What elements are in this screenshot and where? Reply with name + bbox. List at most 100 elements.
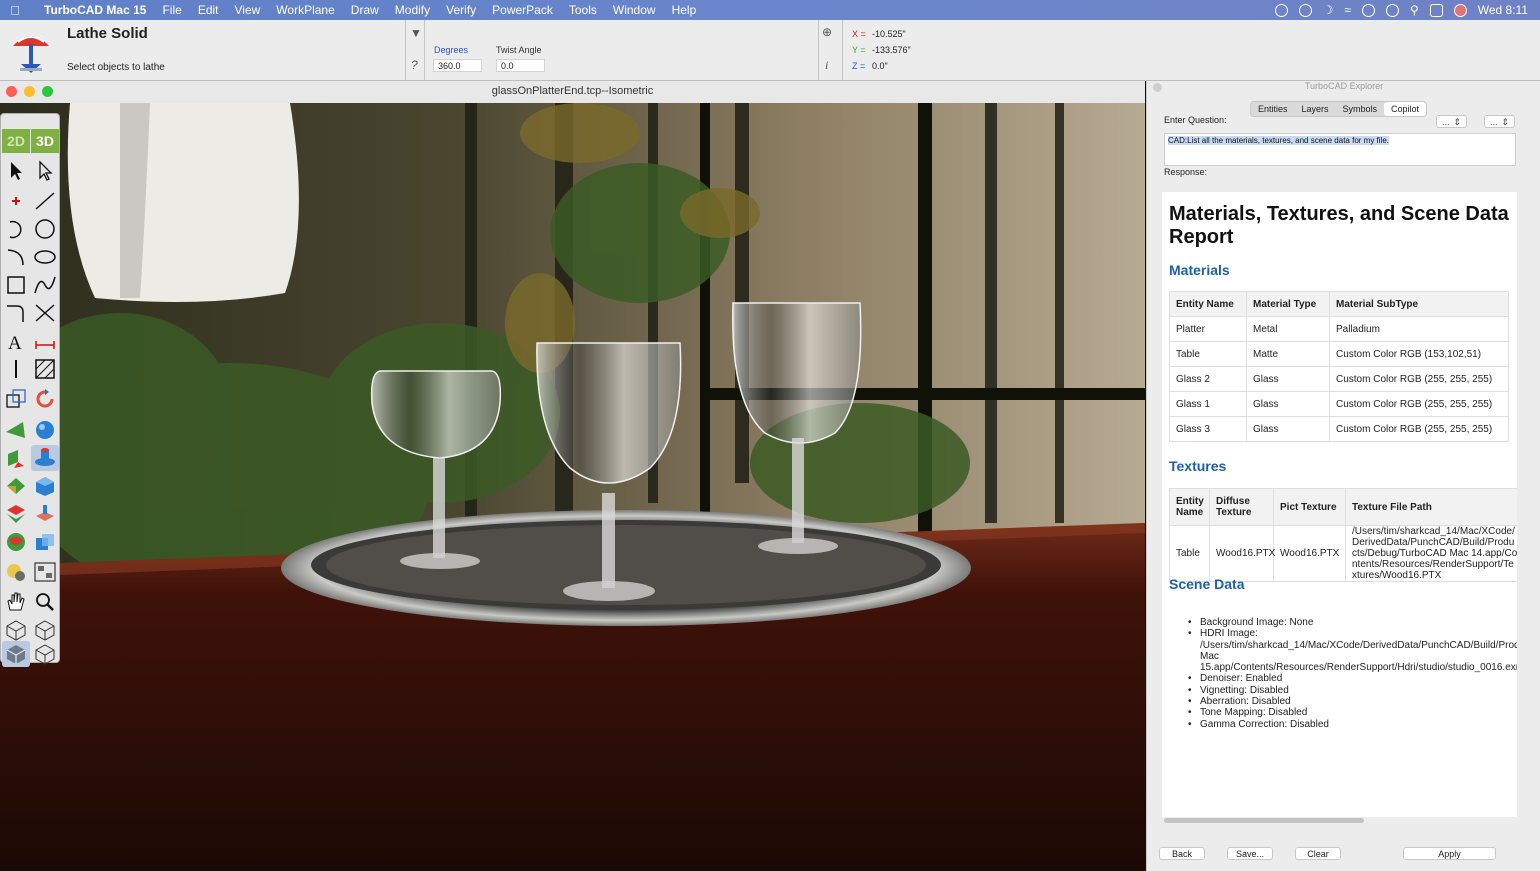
wifi-icon[interactable]: ≈ [1344,3,1351,17]
degrees-field[interactable]: 360.0 [433,59,482,72]
tool-options-bar: Lathe Solid Select objects to lathe ▼ ? … [0,20,1540,81]
list-item: Gamma Correction: Disabled [1188,719,1517,731]
clear-button[interactable]: Clear [1295,847,1341,860]
focus-status-icon[interactable] [1298,3,1312,17]
explorer-tabs: Entities Layers Symbols Copilot [1250,101,1428,117]
table-header: Entity Name [1169,488,1210,526]
materials-table: Entity Name Material Type Material SubTy… [1169,291,1509,442]
lathe-solid-icon[interactable] [31,445,59,471]
apply-button[interactable]: Apply [1403,847,1496,860]
rectangle-icon[interactable] [2,272,30,298]
model-selector[interactable]: ... ⇕ [1436,115,1467,128]
view-iso-left-icon[interactable] [2,617,30,643]
shaded-view-icon[interactable] [2,641,30,667]
arc-icon[interactable] [2,216,30,242]
menu-tools[interactable]: Tools [561,3,605,17]
coord-z: Z = 0.0" [852,61,888,71]
info-icon[interactable]: i [825,58,828,73]
turbocad-logo-icon [13,36,49,73]
menu-help[interactable]: Help [664,3,705,17]
boolean-icon[interactable] [2,501,30,527]
twist-angle-field[interactable]: 0.0 [496,59,545,72]
3d-plane-icon[interactable] [2,417,30,443]
menu-file[interactable]: File [154,3,189,17]
user-status-icon[interactable] [1361,3,1375,17]
spline-icon[interactable] [31,272,59,298]
extrude-icon[interactable] [2,445,30,471]
table-header-row: Entity Name Material Type Material SubTy… [1169,291,1509,317]
revolve-icon[interactable] [2,473,30,499]
response-label: Response: [1164,167,1208,177]
circle-icon[interactable] [31,216,59,242]
scene-data-heading: Scene Data [1169,576,1245,592]
pan-hand-icon[interactable] [2,589,30,615]
table-row: Platter Metal Palladium [1169,316,1509,342]
siri-icon[interactable] [1453,3,1467,17]
menu-edit[interactable]: Edit [190,3,227,17]
fillet-icon[interactable] [2,300,30,326]
curve-arc-icon[interactable] [2,244,30,270]
mode-2d-toggle[interactable]: 2D [2,129,30,153]
snap-target-icon[interactable]: ⊕ [822,25,832,39]
table-row: Glass 2 Glass Custom Color RGB (255, 255, … [1169,366,1509,392]
box-icon[interactable] [31,473,59,499]
mode-selector[interactable]: ... ⇕ [1484,115,1515,128]
menu-verify[interactable]: Verify [438,3,484,17]
text-icon[interactable]: A [2,328,30,354]
menu-modify[interactable]: Modify [387,3,438,17]
select-edit-icon[interactable] [31,158,59,184]
ellipse-icon[interactable] [31,244,59,270]
menu-workplane[interactable]: WorkPlane [268,3,342,17]
response-horizontal-scrollbar[interactable] [1164,818,1364,823]
trim-icon[interactable] [31,300,59,326]
sweep-icon[interactable] [2,529,30,555]
select-arrow-icon[interactable] [2,158,30,184]
tab-layers[interactable]: Layers [1295,102,1336,116]
coord-x: X = -10.525" [852,29,906,39]
phone-status-icon[interactable] [1274,3,1288,17]
chamfer-icon[interactable] [31,501,59,527]
question-input[interactable]: CAD:List all the materials, textures, an… [1164,133,1516,166]
zoom-icon[interactable] [31,589,59,615]
scale-icon[interactable] [2,386,30,412]
point-icon[interactable] [2,188,30,214]
render-settings-icon[interactable] [31,559,59,585]
toolbox-palette: 2D 3D A [0,113,60,667]
spotlight-search-icon[interactable]: ⚲ [1410,3,1419,17]
menu-app[interactable]: TurboCAD Mac 15 [30,3,154,17]
moon-icon[interactable]: ☽ [1323,3,1334,17]
tab-symbols[interactable]: Symbols [1336,102,1385,116]
back-button[interactable]: Back [1159,847,1205,860]
construction-line-icon[interactable] [2,356,30,382]
control-center-icon[interactable] [1429,3,1443,17]
rendered-scene-image [0,103,1145,871]
hatch-icon[interactable] [31,356,59,382]
wireframe-view-icon[interactable] [31,641,59,667]
menu-view[interactable]: View [227,3,269,17]
response-area[interactable]: Materials, Textures, and Scene Data Repo… [1162,192,1517,817]
sphere-icon[interactable] [31,417,59,443]
drawing-window-title: glassOnPlatterEnd.tcp--Isometric [491,85,654,97]
tab-copilot[interactable]: Copilot [1384,102,1427,116]
table-header: Texture File Path [1345,488,1517,526]
menu-powerpack[interactable]: PowerPack [484,3,561,17]
time-machine-icon[interactable] [1385,3,1399,17]
menu-draw[interactable]: Draw [343,3,387,17]
mode-3d-toggle[interactable]: 3D [31,129,59,153]
apple-icon[interactable]:  [0,3,30,18]
rotate-icon[interactable] [31,386,59,412]
table-header: Material Type [1246,291,1330,317]
tab-entities[interactable]: Entities [1251,102,1295,116]
options-dropdown-icon[interactable]: ▼ [410,26,422,40]
view-iso-right-icon[interactable] [31,617,59,643]
menu-window[interactable]: Window [605,3,664,17]
line-icon[interactable] [31,188,59,214]
render-viewport[interactable] [0,103,1145,871]
3d-block-icon[interactable] [31,529,59,555]
list-item: Vignetting: Disabled [1188,685,1517,697]
menubar-clock[interactable]: Wed 8:11 [1478,3,1528,17]
save-button[interactable]: Save... [1227,847,1273,860]
materials-icon[interactable] [2,559,30,585]
help-icon[interactable]: ? [411,58,418,72]
dimension-icon[interactable] [31,328,59,354]
